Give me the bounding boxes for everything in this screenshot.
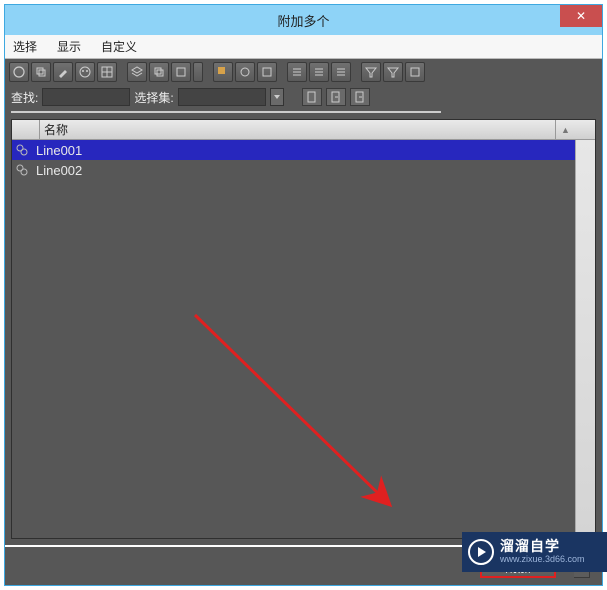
searchbar: 查找: 选择集:	[5, 85, 602, 109]
tool-stack-icon[interactable]	[149, 62, 169, 82]
selectset-dropdown[interactable]	[270, 88, 284, 106]
close-icon: ✕	[576, 9, 586, 23]
watermark-title: 溜溜自学	[500, 539, 585, 554]
list-row[interactable]: Line002	[12, 160, 575, 180]
list-row[interactable]: Line001	[12, 140, 575, 160]
header-icon-col	[12, 120, 40, 139]
toolbar	[5, 59, 602, 85]
tool-layers-icon[interactable]	[127, 62, 147, 82]
tool-copy-icon[interactable]	[31, 62, 51, 82]
find-input[interactable]	[42, 88, 130, 106]
list-body[interactable]: Line001 Line002	[12, 140, 595, 538]
tool-dropdown-icon[interactable]	[193, 62, 203, 82]
tool-sel1-icon[interactable]	[213, 62, 233, 82]
titlebar[interactable]: 附加多个 ✕	[5, 5, 602, 35]
list-container: 名称 ▲ Line001 Line002	[11, 119, 596, 539]
menu-custom[interactable]: 自定义	[101, 38, 137, 55]
doc-button-2[interactable]	[326, 88, 346, 106]
find-label: 查找:	[11, 89, 38, 106]
list-header[interactable]: 名称 ▲	[12, 120, 595, 140]
watermark-url: www.zixue.3d66.com	[500, 555, 585, 565]
window-title: 附加多个	[277, 11, 329, 30]
dialog-window: 附加多个 ✕ 选择 显示 自定义	[4, 4, 603, 586]
tool-sphere-icon[interactable]	[9, 62, 29, 82]
toolbar-divider	[11, 109, 441, 113]
tool-grid-icon[interactable]	[97, 62, 117, 82]
header-name-col[interactable]: 名称	[40, 121, 555, 138]
shape-icon	[12, 163, 32, 177]
tool-face-icon[interactable]	[75, 62, 95, 82]
content-area: 查找: 选择集: 名称 ▲ Line001	[5, 59, 602, 585]
row-label: Line001	[32, 143, 82, 158]
shape-icon	[12, 143, 32, 157]
close-button[interactable]: ✕	[560, 5, 602, 27]
tool-list1-icon[interactable]	[287, 62, 307, 82]
tool-settings-icon[interactable]	[405, 62, 425, 82]
menu-select[interactable]: 选择	[13, 38, 37, 55]
row-label: Line002	[32, 163, 82, 178]
sort-indicator-icon[interactable]: ▲	[555, 120, 575, 139]
tool-box-icon[interactable]	[171, 62, 191, 82]
watermark: 溜溜自学 www.zixue.3d66.com	[462, 532, 607, 572]
tool-brush-icon[interactable]	[53, 62, 73, 82]
tool-list3-icon[interactable]	[331, 62, 351, 82]
doc-button-1[interactable]	[302, 88, 322, 106]
tool-filter-icon[interactable]	[361, 62, 381, 82]
menubar: 选择 显示 自定义	[5, 35, 602, 59]
selectset-input[interactable]	[178, 88, 266, 106]
play-logo-icon	[468, 539, 494, 565]
vertical-scrollbar[interactable]	[575, 140, 595, 538]
tool-filter2-icon[interactable]	[383, 62, 403, 82]
tool-sel3-icon[interactable]	[257, 62, 277, 82]
tool-list2-icon[interactable]	[309, 62, 329, 82]
menu-display[interactable]: 显示	[57, 38, 81, 55]
selectset-label: 选择集:	[134, 89, 173, 106]
doc-button-3[interactable]	[350, 88, 370, 106]
tool-sel2-icon[interactable]	[235, 62, 255, 82]
